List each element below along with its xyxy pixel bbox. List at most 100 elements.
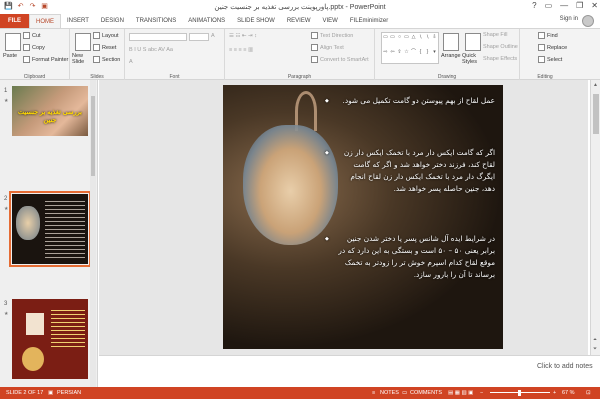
language-indicator[interactable]: PERSIAN — [57, 390, 81, 396]
slide-thumbnail-1[interactable]: بررسی تغذیه بر جنسیت جنین — [12, 86, 88, 136]
align-text-button[interactable]: Align Text — [311, 44, 344, 51]
help-button[interactable]: ? — [532, 1, 536, 10]
reset-icon — [93, 44, 100, 51]
notes-icon: ≡ — [372, 390, 376, 396]
bullet-icon: ◆ — [325, 150, 329, 156]
tab-view[interactable]: VIEW — [317, 14, 344, 28]
reset-label: Reset — [102, 44, 117, 51]
replace-button[interactable]: Replace — [538, 44, 567, 51]
language-icon: ▣ — [48, 390, 54, 396]
tab-transitions[interactable]: TRANSITIONS — [130, 14, 182, 28]
avatar[interactable] — [582, 15, 594, 27]
grow-font-icon[interactable]: A — [211, 33, 215, 39]
tab-review[interactable]: REVIEW — [281, 14, 317, 28]
current-slide[interactable]: ◆ عمل لقاح از بهم پیوستن دو گامت تکمیل م… — [223, 85, 503, 349]
shape-effects-button[interactable]: Shape Effects — [483, 56, 517, 62]
tab-file[interactable]: FILE — [0, 14, 29, 28]
shape-fill-button[interactable]: Shape Fill — [483, 32, 507, 38]
text-direction-button[interactable]: Text Direction — [311, 32, 353, 39]
section-label: Section — [102, 56, 121, 63]
quick-styles-button[interactable]: Quick Styles — [462, 53, 484, 65]
paragraph-text: در شرایط ایده آل شانس پسر یا دختر شدن جن… — [338, 234, 495, 279]
tab-home[interactable]: HOME — [29, 14, 61, 28]
font-group: A B I U S abc AV Aa A Font — [125, 29, 225, 81]
cut-label: Cut — [32, 32, 41, 39]
font-size-select[interactable] — [189, 33, 209, 41]
zoom-level[interactable]: 67 % — [562, 390, 575, 396]
find-button[interactable]: Find — [538, 32, 558, 39]
arrange-icon[interactable] — [443, 33, 459, 51]
align-icons[interactable]: ≡ ≡ ≡ ≡ ▥ — [229, 47, 253, 53]
paragraph-text: عمل لقاح از بهم پیوستن دو گامت تکمیل می … — [342, 96, 496, 105]
slide-scrollbar[interactable]: ▲ ⏶ ⏷ — [590, 80, 600, 355]
arrange-button[interactable]: Arrange — [441, 53, 461, 59]
slide-thumbnail-3[interactable] — [12, 299, 88, 379]
slide-number: 2 — [4, 196, 8, 202]
zoom-in-icon[interactable]: + — [553, 390, 556, 396]
window-title: پاورپوینت بررسی تغذیه بر جنسیت جنین.pptx… — [214, 4, 386, 11]
quick-styles-icon[interactable] — [465, 33, 481, 51]
shapes-gallery[interactable]: ▭ ▭ ○ ▭ △ ∖ ∖ ⇩ ⇨ ⇦ ⇧ ☆ ⌒{} ▾ — [381, 32, 439, 64]
fit-slide-icon[interactable]: ⊡ — [586, 390, 591, 396]
zoom-out-icon[interactable]: − — [480, 390, 483, 396]
format-painter-button[interactable]: Format Painter — [23, 56, 68, 63]
replace-label: Replace — [547, 44, 568, 51]
search-icon — [538, 32, 545, 39]
copy-button[interactable]: Copy — [23, 44, 45, 51]
slide-paragraph-2[interactable]: ◆ اگر که گامت ایکس دار مرد با تخمک ایکس … — [325, 147, 495, 195]
notes-pane[interactable]: Click to add notes — [99, 355, 600, 387]
format-painter-label: Format Painter — [32, 56, 69, 63]
scrollbar-thumb[interactable] — [593, 94, 599, 134]
shape-outline-button[interactable]: Shape Outline — [483, 44, 518, 50]
select-label: Select — [547, 56, 563, 63]
slide-thumbnail-title: بررسی تغذیه بر جنسیت جنین — [18, 109, 82, 124]
bullets-icons[interactable]: ☰ ☷ ⇤ ⇥ ↕ — [229, 33, 257, 39]
new-slide-icon[interactable] — [75, 33, 91, 51]
new-slide-button[interactable]: New Slide — [72, 53, 92, 65]
scrollbar-thumb[interactable] — [91, 96, 95, 176]
thumbnails-scrollbar[interactable] — [90, 80, 96, 387]
section-icon — [93, 56, 100, 63]
previous-slide-icon[interactable]: ⏶ — [593, 337, 597, 343]
slide-counter: SLIDE 2 OF 17 — [6, 390, 44, 396]
font-format-buttons[interactable]: B I U S abc AV Aa — [129, 47, 173, 53]
sign-in-link[interactable]: Sign in — [560, 16, 578, 22]
scissors-icon — [23, 32, 30, 39]
reset-button[interactable]: Reset — [93, 44, 116, 51]
convert-smartart-button[interactable]: Convert to SmartArt — [311, 56, 369, 63]
tab-animations[interactable]: ANIMATIONS — [182, 14, 231, 28]
section-button[interactable]: Section — [93, 56, 120, 63]
font-color-icon[interactable]: A — [129, 59, 133, 65]
notes-button[interactable]: NOTES — [380, 390, 399, 396]
select-button[interactable]: Select — [538, 56, 562, 63]
clipboard-group: Paste Cut Copy Format Painter Clipboard — [0, 29, 70, 81]
paste-button[interactable]: Paste — [3, 53, 17, 59]
tab-insert[interactable]: INSERT — [61, 14, 95, 28]
slides-group: New Slide Layout Reset Section Slides — [70, 29, 125, 81]
font-name-select[interactable] — [129, 33, 187, 41]
comments-button[interactable]: COMMENTS — [410, 390, 442, 396]
view-buttons[interactable]: ▤ ▦ ▥ ▣ — [448, 390, 473, 396]
paste-icon[interactable] — [5, 33, 21, 51]
tab-fileminimizer[interactable]: FILEminimizer — [344, 14, 394, 28]
restore-button[interactable]: ❐ — [576, 1, 583, 10]
zoom-slider-thumb[interactable] — [518, 390, 521, 396]
tab-slide-show[interactable]: SLIDE SHOW — [231, 14, 281, 28]
ribbon-display-button[interactable]: ▭ — [545, 1, 553, 10]
editing-group: Find Replace Select Editing — [520, 29, 570, 81]
next-slide-icon[interactable]: ⏷ — [593, 346, 597, 352]
slide-paragraph-3[interactable]: ◆ در شرایط ایده آل شانس پسر یا دختر شدن … — [325, 233, 495, 281]
scroll-up-icon[interactable]: ▲ — [593, 82, 598, 88]
cut-button[interactable]: Cut — [23, 32, 41, 39]
tab-design[interactable]: DESIGN — [95, 14, 130, 28]
minimize-button[interactable]: — — [560, 1, 568, 10]
layout-button[interactable]: Layout — [93, 32, 119, 39]
convert-smartart-label: Convert to SmartArt — [320, 56, 369, 63]
slide-paragraph-1[interactable]: ◆ عمل لقاح از بهم پیوستن دو گامت تکمیل م… — [325, 95, 496, 107]
ribbon: Paste Cut Copy Format Painter Clipboard … — [0, 28, 600, 81]
smartart-icon — [311, 56, 318, 63]
text-direction-icon — [311, 32, 318, 39]
close-button[interactable]: ✕ — [591, 1, 598, 10]
slide-thumbnail-2[interactable] — [9, 191, 91, 267]
replace-icon — [538, 44, 545, 51]
